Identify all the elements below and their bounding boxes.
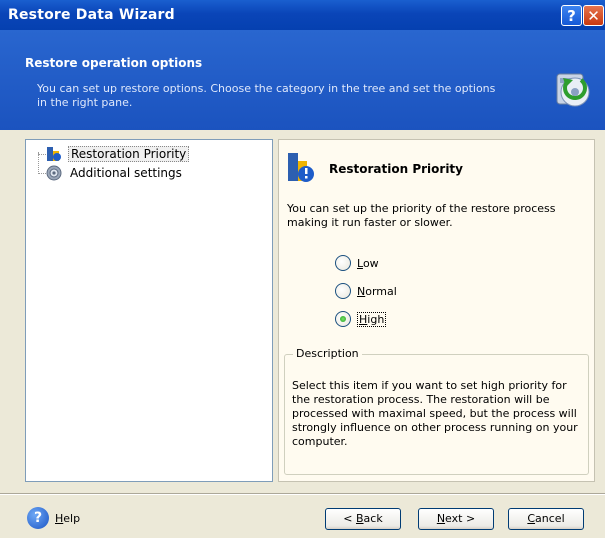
help-label: Help <box>55 511 81 525</box>
settings-gear-icon <box>46 165 62 181</box>
wizard-header: Restore operation options You can set up… <box>0 30 605 130</box>
help-button[interactable]: ? Help <box>27 507 80 529</box>
radio-circle[interactable] <box>335 311 351 327</box>
title-bar[interactable]: Restore Data Wizard ? ✕ <box>0 0 605 30</box>
radio-label: Normal <box>357 284 397 298</box>
restore-wizard-icon <box>556 73 590 107</box>
window-title: Restore Data Wizard <box>8 7 175 23</box>
priority-low-radio[interactable]: Low <box>335 255 379 271</box>
restore-data-wizard-window: Restore Data Wizard ? ✕ Restore operatio… <box>0 0 605 538</box>
tree-connector <box>38 152 39 174</box>
priority-icon <box>288 153 314 182</box>
tree-connector <box>38 173 46 174</box>
help-question-icon: ? <box>27 507 49 529</box>
tree-connector <box>38 154 46 155</box>
panel-description: You can set up the priority of the resto… <box>287 202 556 229</box>
tree-item-label: Additional settings <box>70 166 182 180</box>
tree-item-additional-settings[interactable]: Additional settings <box>46 164 184 182</box>
priority-icon <box>47 147 61 161</box>
tree-item-restoration-priority[interactable]: Restoration Priority <box>46 145 190 163</box>
options-panel: Restoration Priority You can set up the … <box>278 139 595 482</box>
tree-item-label: Restoration Priority <box>68 146 190 162</box>
radio-label: High <box>357 311 387 327</box>
radio-circle[interactable] <box>335 283 351 299</box>
title-close-button[interactable]: ✕ <box>583 5 604 26</box>
panel-title: Restoration Priority <box>329 162 463 176</box>
next-button[interactable]: Next > <box>418 508 494 530</box>
description-group: Description Select this item if you want… <box>284 347 589 475</box>
radio-label: Low <box>357 256 379 270</box>
title-help-button[interactable]: ? <box>561 5 582 26</box>
header-title: Restore operation options <box>25 56 203 70</box>
priority-high-radio[interactable]: High <box>335 311 387 327</box>
cancel-button[interactable]: Cancel <box>508 508 584 530</box>
options-tree[interactable]: Restoration Priority Additional settings <box>25 139 273 482</box>
back-button[interactable]: < Back <box>325 508 401 530</box>
header-description: You can set up restore options. Choose t… <box>37 82 496 109</box>
radio-circle[interactable] <box>335 255 351 271</box>
priority-normal-radio[interactable]: Normal <box>335 283 397 299</box>
description-text: Select this item if you want to set high… <box>292 379 578 448</box>
footer-separator <box>0 493 605 495</box>
description-group-label: Description <box>293 347 362 360</box>
